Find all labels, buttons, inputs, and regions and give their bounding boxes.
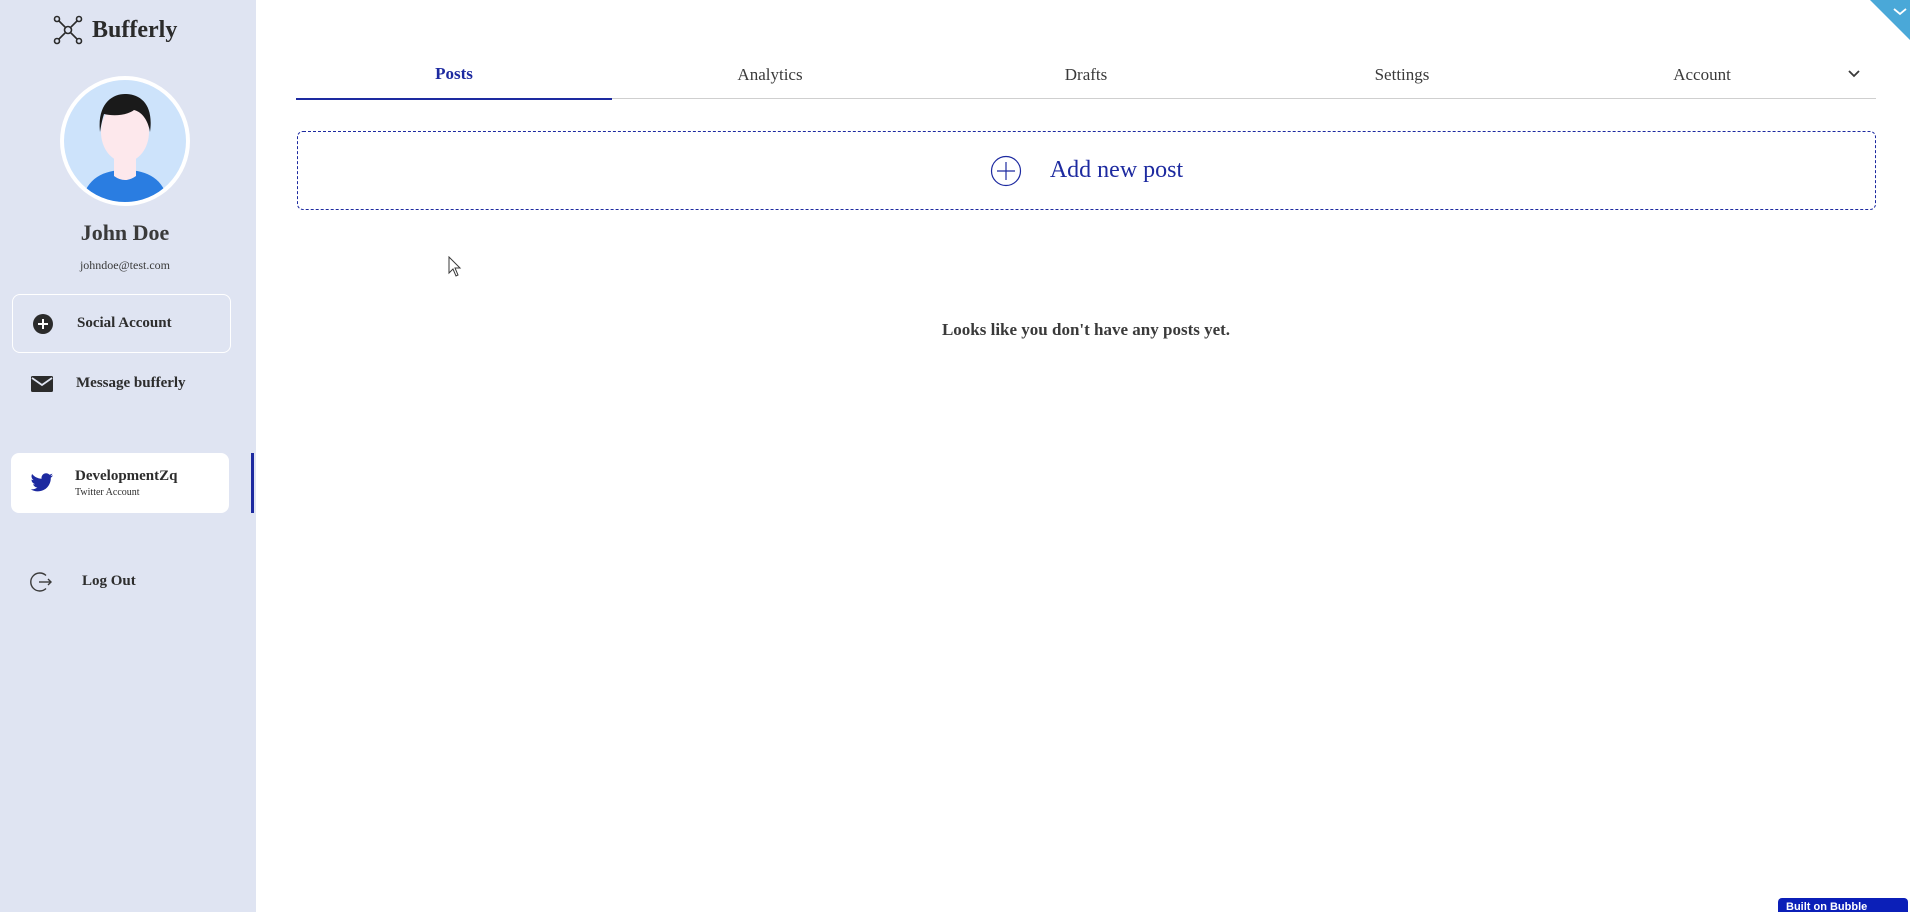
avatar[interactable]: [60, 76, 190, 206]
message-bufferly-button[interactable]: Message bufferly: [12, 354, 231, 413]
user-email: johndoe@test.com: [79, 258, 171, 272]
plus-circle-icon: [31, 312, 55, 336]
logout-arrow-icon: [30, 570, 54, 594]
logout-button[interactable]: Log Out: [12, 552, 231, 611]
social-account-label: Social Account: [77, 315, 172, 331]
add-new-post-label: Add new post: [1049, 157, 1184, 183]
chevron-down-icon[interactable]: [1844, 64, 1864, 84]
sidebar: Bufferly John Doe johndoe@test.com Socia…: [0, 0, 256, 912]
brand[interactable]: Bufferly: [52, 14, 177, 46]
mouse-cursor-icon: [448, 256, 462, 277]
account-name: DevelopmentZq: [75, 467, 178, 484]
twitter-bird-icon: [29, 470, 55, 496]
network-nodes-icon: [53, 15, 83, 45]
built-on-bubble-badge[interactable]: Built on Bubble: [1778, 898, 1908, 912]
empty-posts-message: Looks like you don't have any posts yet.: [941, 320, 1231, 339]
brand-name: Bufferly: [92, 16, 178, 43]
tab-account[interactable]: Account: [1560, 50, 1844, 99]
plus-circle-outline-icon: [990, 155, 1021, 186]
active-account-indicator: [251, 453, 254, 513]
logout-label: Log Out: [82, 573, 136, 589]
tab-bar: Posts Analytics Drafts Settings Account: [296, 50, 1876, 100]
message-bufferly-label: Message bufferly: [76, 375, 186, 391]
add-new-post-button[interactable]: Add new post: [297, 131, 1876, 210]
user-avatar-icon: [64, 80, 186, 202]
tab-analytics[interactable]: Analytics: [612, 50, 928, 99]
tab-drafts[interactable]: Drafts: [928, 50, 1244, 99]
user-name: John Doe: [80, 220, 170, 245]
bubble-badge-label: Built on Bubble: [1786, 901, 1868, 912]
tab-settings[interactable]: Settings: [1244, 50, 1560, 99]
envelope-icon: [30, 372, 54, 396]
social-account-button[interactable]: Social Account: [12, 294, 231, 353]
corner-collapse-badge[interactable]: [1870, 0, 1910, 40]
tab-posts[interactable]: Posts: [296, 50, 612, 100]
account-type: Twitter Account: [75, 487, 140, 499]
social-account-card[interactable]: DevelopmentZq Twitter Account: [11, 453, 229, 513]
